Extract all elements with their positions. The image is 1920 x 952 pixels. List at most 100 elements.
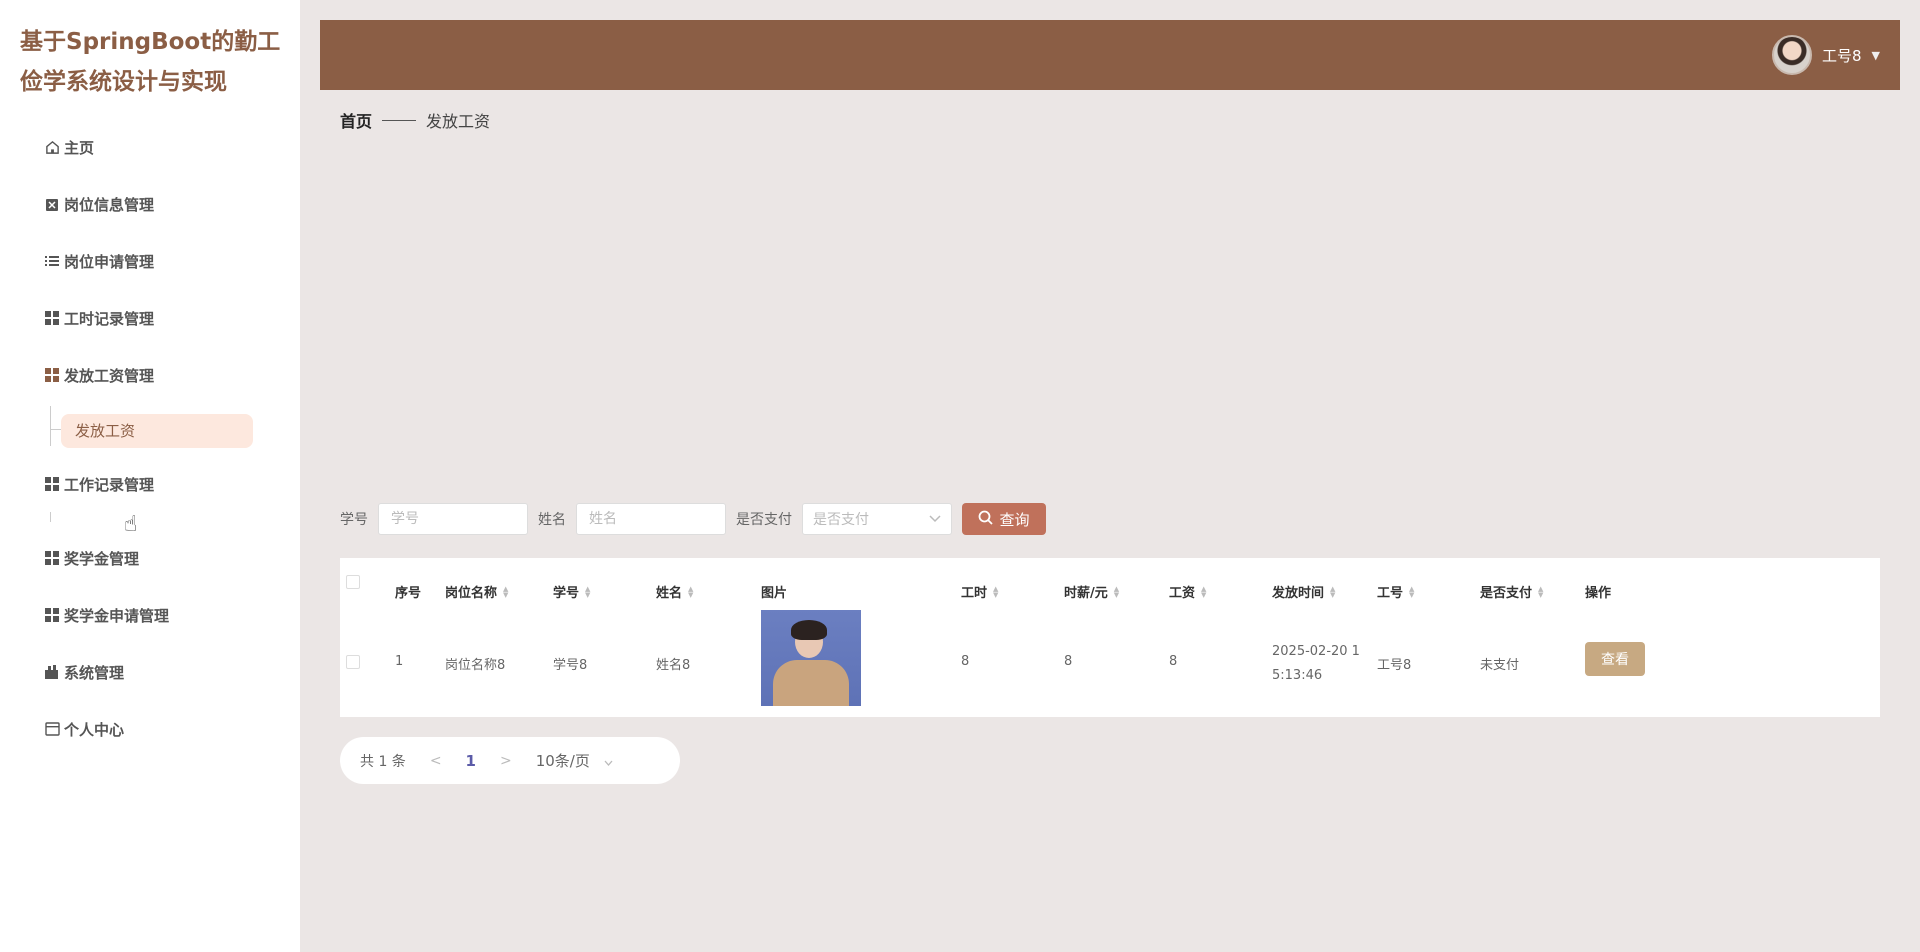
grid-icon [44, 550, 60, 566]
student-no-label: 学号 [340, 512, 368, 528]
page-size-select[interactable]: 10条/页 [536, 750, 613, 771]
paid-select[interactable]: 是否支付 [802, 503, 952, 535]
next-page-button[interactable]: > [500, 753, 512, 769]
sort-icon[interactable]: ▲ ▼ [585, 585, 590, 598]
query-button[interactable]: 查询 [962, 503, 1046, 535]
sort-icon[interactable]: ▲ ▼ [503, 585, 508, 598]
column-header-label: 发放时间 [1272, 586, 1325, 601]
row-checkbox[interactable] [346, 655, 360, 669]
sidebar-item-label: 发放工资管理 [64, 366, 155, 385]
sort-icon[interactable]: ▲ ▼ [1409, 585, 1414, 598]
cell-index: 1 [395, 654, 404, 669]
column-header[interactable]: 姓名 ▲ ▼ [656, 582, 693, 601]
column-header[interactable]: 岗位名称 ▲ ▼ [445, 582, 508, 601]
app-title: 基于SpringBoot的勤工俭学系统设计与实现 [20, 29, 281, 95]
sidebar-item-label: 奖学金申请管理 [64, 606, 170, 625]
breadcrumb-separator [382, 119, 417, 121]
column-header[interactable]: 工时 ▲ ▼ [961, 582, 998, 601]
breadcrumb-current: 发放工资 [426, 112, 491, 131]
view-button[interactable]: 查看 [1585, 642, 1645, 676]
column-header-label: 岗位名称 [445, 586, 498, 601]
sidebar-item-system[interactable]: 系统管理 [44, 657, 124, 687]
cell-position: 岗位名称8 [445, 658, 506, 673]
column-header-label: 操作 [1585, 586, 1612, 601]
breadcrumb-home[interactable]: 首页 [340, 108, 372, 132]
sidebar-item-home[interactable]: 主页 [44, 132, 94, 162]
sidebar-subitem-pay-wages[interactable]: 发放工资 [61, 414, 253, 448]
cell-photo[interactable] [761, 610, 861, 706]
prev-page-button[interactable]: < [430, 753, 442, 769]
grid-icon [44, 607, 60, 623]
sidebar-item-profile[interactable]: 个人中心 [44, 714, 124, 744]
column-header[interactable]: 发放时间 ▲ ▼ [1272, 582, 1335, 601]
column-header[interactable]: 是否支付 ▲ ▼ [1480, 582, 1543, 601]
sidebar-item-scholarship-applications[interactable]: 奖学金申请管理 [44, 600, 169, 630]
column-header-label: 姓名 [656, 586, 683, 601]
chevron-down-icon [604, 752, 613, 770]
sort-icon[interactable]: ▲ ▼ [1330, 585, 1335, 598]
sidebar-item-hours[interactable]: 工时记录管理 [44, 303, 154, 333]
column-header-label: 工时 [961, 586, 988, 601]
sidebar-item-applications[interactable]: 岗位申请管理 [44, 246, 154, 276]
cell-wage: 8 [1169, 654, 1178, 669]
column-header[interactable]: 工资 ▲ ▼ [1169, 582, 1206, 601]
submenu-line [50, 406, 51, 446]
column-header[interactable]: 时薪/元 ▲ ▼ [1064, 582, 1119, 601]
settings-icon [44, 664, 60, 680]
avatar[interactable] [1771, 35, 1812, 75]
column-header: 图片 [761, 582, 787, 601]
cell-hours: 8 [961, 654, 970, 669]
sidebar-item-jobs[interactable]: 岗位信息管理 [44, 189, 154, 219]
search-bar: 学号 姓名 是否支付 是否支付 查询 [340, 503, 1046, 535]
sidebar-item-label: 系统管理 [64, 663, 125, 682]
grid-icon [44, 367, 60, 383]
grid-icon [44, 310, 60, 326]
sort-icon[interactable]: ▲ ▼ [1538, 585, 1543, 598]
top-header: 工号8 ▼ [320, 20, 1900, 90]
sidebar-item-label: 工时记录管理 [64, 309, 155, 328]
user-menu[interactable]: 工号8 ▼ [1771, 34, 1880, 76]
page-number-button[interactable]: 1 [466, 752, 476, 770]
sidebar: 基于SpringBoot的勤工俭学系统设计与实现 主页 岗位信息管理 岗位申请管… [0, 0, 300, 952]
name-input[interactable] [576, 503, 726, 535]
submenu-line [50, 512, 51, 522]
column-header: 序号 [395, 582, 421, 601]
pagination-total: 共 1 条 [360, 753, 406, 770]
column-header[interactable]: 工号 ▲ ▼ [1377, 582, 1414, 601]
sort-icon[interactable]: ▲ ▼ [993, 585, 998, 598]
page-size-label: 10条/页 [535, 752, 590, 770]
username[interactable]: 工号8 [1822, 45, 1862, 66]
calendar-icon [44, 721, 60, 737]
sidebar-item-wages[interactable]: 发放工资管理 [44, 360, 154, 390]
pay-time-line: 2025-02-20 1 [1272, 644, 1360, 659]
cell-employee-no: 工号8 [1377, 658, 1412, 673]
sort-icon[interactable]: ▲ ▼ [1114, 585, 1119, 598]
list-icon [44, 253, 60, 269]
sidebar-item-label: 主页 [64, 138, 95, 157]
column-header-label: 工资 [1169, 586, 1196, 601]
paid-label: 是否支付 [736, 512, 792, 528]
sidebar-item-label: 岗位信息管理 [64, 195, 155, 214]
column-header[interactable]: 学号 ▲ ▼ [553, 582, 590, 601]
cell-name: 姓名8 [656, 658, 691, 673]
sort-icon[interactable]: ▲ ▼ [688, 585, 693, 598]
column-header-label: 序号 [395, 586, 422, 601]
cell-pay-time: 2025-02-20 1 5:13:46 [1272, 640, 1372, 688]
column-header-label: 图片 [761, 586, 788, 601]
sidebar-item-work-records[interactable]: 工作记录管理 [44, 469, 154, 499]
pay-time-line: 5:13:46 [1272, 668, 1323, 683]
sort-icon[interactable]: ▲ ▼ [1201, 585, 1206, 598]
grid-icon [44, 476, 60, 492]
student-no-input[interactable] [378, 503, 528, 535]
name-label: 姓名 [538, 512, 566, 528]
sidebar-item-scholarship[interactable]: 奖学金管理 [44, 543, 139, 573]
select-all-checkbox[interactable] [346, 575, 360, 589]
data-table: 序号 岗位名称 ▲ ▼ 学号 ▲ ▼ 姓名 ▲ ▼ 图片 工时 ▲ ▼ 时薪/元 ▲ ▼ 工资 ▲ ▼ … [340, 558, 1880, 717]
cell-hourly-wage: 8 [1064, 654, 1073, 669]
paid-select-placeholder: 是否支付 [813, 512, 869, 528]
pagination: 共 1 条 < 1 > 10条/页 [340, 737, 680, 784]
pointer-cursor-icon: ☝ [124, 512, 138, 537]
clipboard-icon [44, 196, 60, 212]
column-header-label: 时薪/元 [1064, 586, 1108, 601]
caret-down-icon[interactable]: ▼ [1872, 49, 1880, 62]
